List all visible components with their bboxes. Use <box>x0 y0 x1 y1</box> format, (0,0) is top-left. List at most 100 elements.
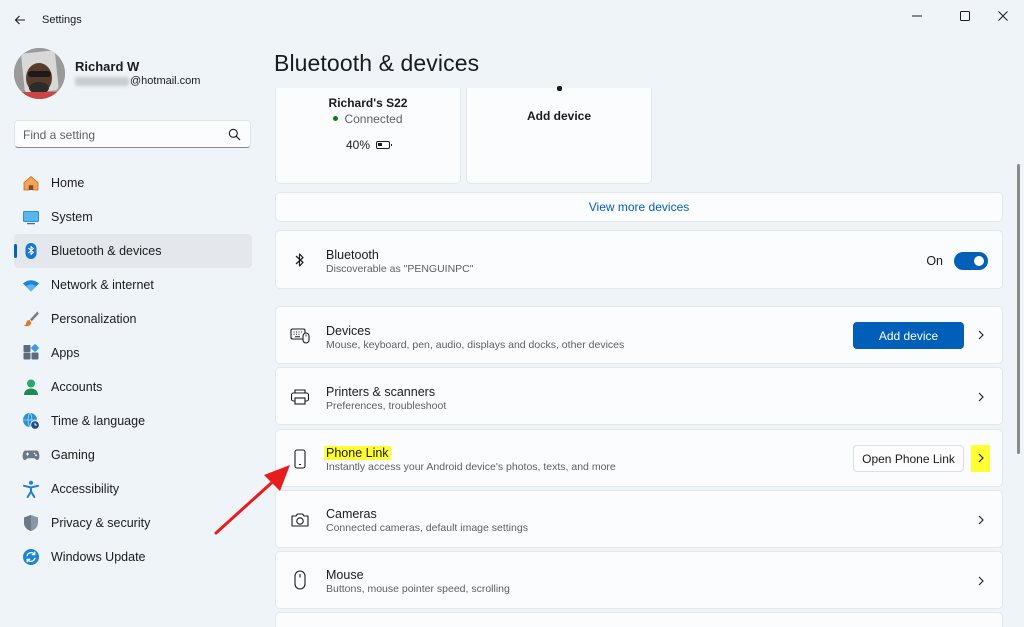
scrollbar-thumb[interactable] <box>1017 164 1020 454</box>
row-subtitle: Instantly access your Android device's p… <box>326 461 616 473</box>
minimize-icon <box>912 15 922 17</box>
sidebar-item-label: Windows Update <box>51 550 146 564</box>
devices-row[interactable]: Devices Mouse, keyboard, pen, audio, dis… <box>275 306 1003 364</box>
brush-icon <box>22 310 40 328</box>
globe-clock-icon <box>22 412 40 430</box>
device-name: Richard's S22 <box>328 96 408 110</box>
connected-dot-icon <box>333 116 339 122</box>
sidebar-item-label: Bluetooth & devices <box>51 244 162 258</box>
wifi-icon <box>22 276 40 294</box>
add-device-tile[interactable]: Add device <box>466 86 652 184</box>
app-title: Settings <box>42 14 82 26</box>
sidebar-item-system[interactable]: System <box>14 200 252 234</box>
sidebar-item-label: Accounts <box>51 380 103 394</box>
sidebar-item-time-language[interactable]: Time & language <box>14 404 252 438</box>
bluetooth-toggle[interactable] <box>954 252 988 270</box>
keyboard-mouse-icon <box>289 324 311 346</box>
avatar <box>14 48 65 99</box>
sidebar-item-label: Network & internet <box>51 278 154 292</box>
add-device-button[interactable]: Add device <box>853 322 964 349</box>
toggle-state-label: On <box>926 254 943 268</box>
search-input[interactable] <box>23 126 223 143</box>
person-icon <box>22 378 40 396</box>
sidebar-item-home[interactable]: Home <box>14 166 252 200</box>
close-icon <box>998 11 1008 21</box>
sidebar-item-label: Time & language <box>51 414 146 428</box>
user-email-domain: @hotmail.com <box>130 75 201 87</box>
update-icon <box>22 548 40 566</box>
row-title: Cameras <box>326 507 377 521</box>
annotation-arrow-icon <box>214 465 290 535</box>
user-profile[interactable]: Richard W @hotmail.com <box>14 46 254 102</box>
bluetooth-symbol-icon <box>289 249 311 271</box>
battery-icon <box>376 141 393 149</box>
chevron-right-icon[interactable] <box>976 574 986 588</box>
minimize-button[interactable] <box>894 0 940 32</box>
highlighted-title: Phone Link <box>324 446 391 460</box>
chevron-right-icon[interactable] <box>976 390 986 404</box>
device-tile-phone[interactable]: Richard's S22 Connected 40% <box>275 88 461 184</box>
sidebar-item-network[interactable]: Network & internet <box>14 268 252 302</box>
bluetooth-row: Bluetooth Discoverable as "PENGUINPC" On <box>275 230 1003 289</box>
sidebar-item-label: Home <box>51 176 85 190</box>
view-more-devices-link[interactable]: View more devices <box>275 192 1003 222</box>
title-bar: Settings <box>0 0 1024 40</box>
sidebar-item-bluetooth-devices[interactable]: Bluetooth & devices <box>14 234 252 268</box>
row-title: Printers & scanners <box>326 385 436 399</box>
device-battery: 40% <box>276 138 460 152</box>
back-arrow-icon <box>14 15 25 25</box>
user-name: Richard W <box>75 59 140 74</box>
next-settings-row[interactable] <box>275 612 1003 627</box>
chevron-right-icon[interactable] <box>976 513 986 527</box>
row-title: Mouse <box>326 568 364 582</box>
printers-scanners-row[interactable]: Printers & scanners Preferences, trouble… <box>275 367 1003 425</box>
phone-link-row[interactable]: Phone Link Instantly access your Android… <box>275 429 1003 487</box>
mouse-icon <box>289 569 311 591</box>
email-redaction <box>75 76 129 86</box>
cameras-row[interactable]: Cameras Connected cameras, default image… <box>275 490 1003 548</box>
accessibility-icon <box>22 480 40 498</box>
row-subtitle: Connected cameras, default image setting… <box>326 522 528 534</box>
row-title: Phone Link <box>324 446 391 460</box>
row-title: Bluetooth <box>326 248 379 262</box>
row-title: Devices <box>326 324 371 338</box>
shield-icon <box>22 514 40 532</box>
avatar-image-icon <box>14 48 65 99</box>
bluetooth-icon <box>22 242 40 260</box>
gamepad-icon <box>22 446 40 464</box>
maximize-icon <box>960 11 970 21</box>
sidebar-item-apps[interactable]: Apps <box>14 336 252 370</box>
printer-icon <box>289 386 311 408</box>
sidebar-item-windows-update[interactable]: Windows Update <box>14 540 252 574</box>
battery-level: 40% <box>345 138 371 152</box>
add-icon-fragment <box>557 86 562 91</box>
sidebar-item-label: Gaming <box>51 448 95 462</box>
device-status-text: Connected <box>344 112 403 126</box>
row-subtitle: Preferences, troubleshoot <box>326 400 447 412</box>
apps-icon <box>22 344 40 362</box>
home-icon <box>22 174 40 192</box>
row-subtitle: Mouse, keyboard, pen, audio, displays an… <box>326 339 625 351</box>
search-box[interactable] <box>14 120 251 148</box>
open-phone-link-button[interactable]: Open Phone Link <box>853 445 964 472</box>
sidebar-item-label: Apps <box>51 346 80 360</box>
back-button[interactable] <box>8 6 32 34</box>
mouse-row[interactable]: Mouse Buttons, mouse pointer speed, scro… <box>275 551 1003 609</box>
sidebar-item-label: Privacy & security <box>51 516 151 530</box>
add-device-label: Add device <box>526 109 592 123</box>
close-button[interactable] <box>980 0 1024 32</box>
search-icon <box>228 128 241 141</box>
sidebar-item-label: System <box>51 210 93 224</box>
sidebar-item-label: Accessibility <box>51 482 120 496</box>
row-subtitle: Buttons, mouse pointer speed, scrolling <box>326 583 510 595</box>
sidebar-item-personalization[interactable]: Personalization <box>14 302 252 336</box>
sidebar-item-label: Personalization <box>51 312 137 326</box>
user-email: @hotmail.com <box>75 75 200 87</box>
system-icon <box>22 208 40 226</box>
chevron-right-icon[interactable] <box>976 451 986 465</box>
chevron-right-icon[interactable] <box>976 328 986 342</box>
device-status: Connected <box>276 112 460 126</box>
row-subtitle: Discoverable as "PENGUINPC" <box>326 263 474 275</box>
page-title: Bluetooth & devices <box>274 50 480 76</box>
sidebar-item-accounts[interactable]: Accounts <box>14 370 252 404</box>
